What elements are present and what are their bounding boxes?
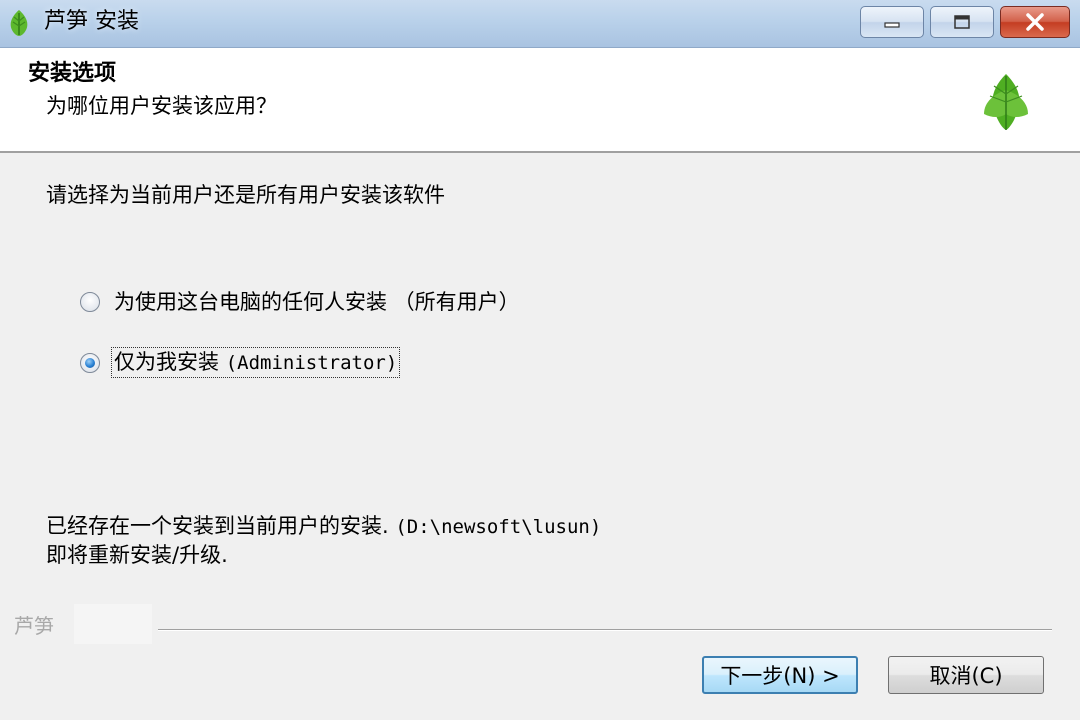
maximize-icon [954, 15, 970, 29]
close-icon [1026, 13, 1044, 31]
cancel-button[interactable]: 取消(C) [888, 656, 1044, 694]
radio-current-user-label-account: (Administrator) [225, 352, 398, 374]
minimize-icon [884, 22, 900, 28]
radio-selected-dot [85, 357, 95, 368]
footer-divider [158, 629, 1052, 631]
notice-install-path: (D:\newsoft\lusun) [395, 516, 602, 538]
maximize-button[interactable] [930, 6, 994, 38]
page-subtitle: 为哪位用户安装该应用？ [46, 94, 277, 118]
radio-all-users-label[interactable]: 为使用这台电脑的任何人安装 （所有用户） [112, 288, 522, 316]
radio-current-user-label-text: 仅为我安装 [114, 350, 226, 374]
radio-button[interactable] [80, 292, 100, 312]
radio-current-user-label[interactable]: 仅为我安装 (Administrator) [110, 347, 401, 378]
close-button[interactable] [1000, 6, 1070, 38]
install-prompt: 请选择为当前用户还是所有用户安装该软件 [46, 183, 445, 207]
next-button[interactable]: 下一步(N) > [702, 656, 858, 694]
radio-all-users[interactable]: 为使用这台电脑的任何人安装 （所有用户） [80, 288, 522, 316]
existing-install-notice: 已经存在一个安装到当前用户的安装. (D:\newsoft\lusun) 即将重… [46, 512, 601, 569]
brand-label: 芦笋 [14, 614, 54, 638]
minimize-button[interactable] [860, 6, 924, 38]
radio-button-selected[interactable] [80, 352, 100, 373]
window-title: 芦笋 安装 [44, 9, 139, 34]
leaf-icon [10, 10, 28, 36]
notice-line1-text: 已经存在一个安装到当前用户的安装. [46, 514, 396, 538]
notice-line2: 即将重新安装/升级. [46, 543, 228, 567]
header-panel: 安装选项 为哪位用户安装该应用？ [0, 48, 1080, 153]
page-title: 安装选项 [28, 61, 117, 86]
radio-current-user[interactable]: 仅为我安装 (Administrator) [80, 347, 401, 378]
title-bar[interactable]: 芦笋 安装 [0, 0, 1080, 48]
brand-backdrop [74, 604, 152, 644]
leaf-logo-icon [984, 74, 1028, 130]
